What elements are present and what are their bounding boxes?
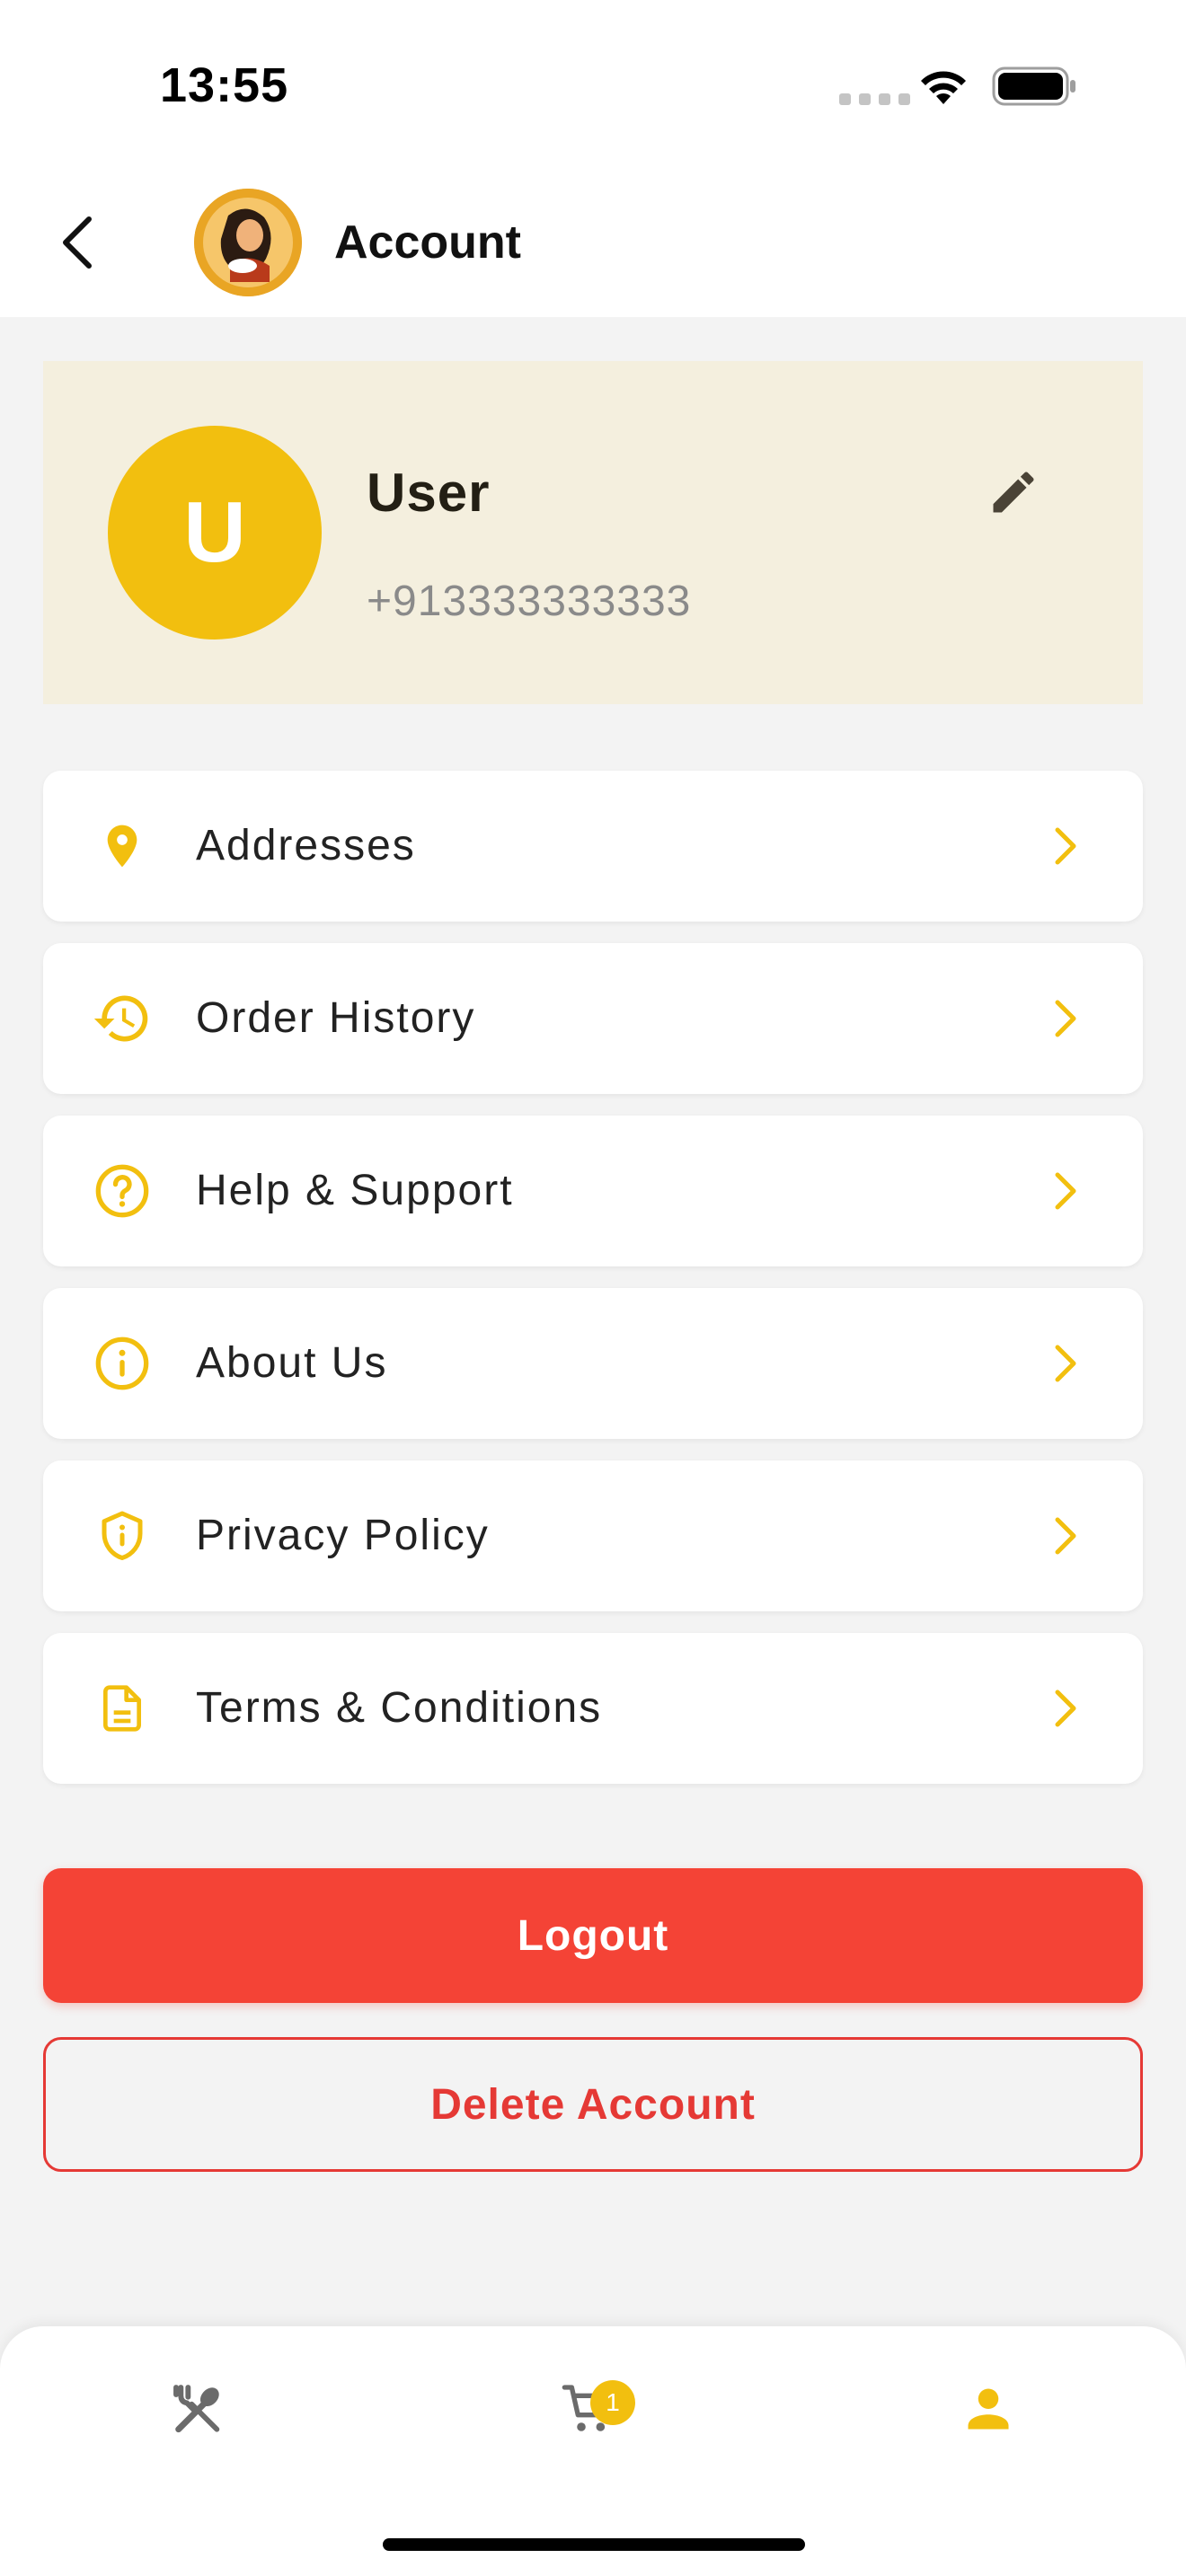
cellular-signal-icon	[839, 93, 910, 105]
chevron-left-icon	[63, 216, 92, 269]
nav-cart-tab[interactable]: 1	[544, 2364, 635, 2454]
avatar-letter: U	[183, 484, 246, 580]
chevron-right-icon	[1037, 990, 1094, 1047]
menu-item-help-support[interactable]: Help & Support	[43, 1116, 1143, 1266]
chevron-right-icon	[1037, 1162, 1094, 1220]
chevron-right-icon	[1037, 1335, 1094, 1392]
page-title: Account	[334, 216, 521, 269]
chevron-right-icon	[1037, 817, 1094, 875]
menu-item-label: Terms & Conditions	[196, 1684, 603, 1732]
user-phone: +913333333333	[367, 578, 692, 625]
pencil-icon	[993, 472, 1034, 513]
profile-card: U User +913333333333	[43, 361, 1143, 704]
info-circle-icon	[84, 1326, 160, 1401]
menu-item-order-history[interactable]: Order History	[43, 943, 1143, 1094]
nav-account-tab[interactable]	[943, 2364, 1033, 2454]
fork-spoon-icon	[173, 2385, 220, 2433]
menu-item-about-us[interactable]: About Us	[43, 1288, 1143, 1439]
user-name: User	[367, 463, 491, 523]
back-button[interactable]	[45, 207, 108, 278]
menu-item-addresses[interactable]: Addresses	[43, 771, 1143, 922]
account-screen: 13:55 Account U User +913333333333 Addre…	[0, 0, 1186, 2576]
document-icon	[84, 1671, 160, 1746]
battery-icon	[992, 66, 1078, 110]
delete-account-button[interactable]: Delete Account	[43, 2037, 1143, 2172]
menu-item-label: Addresses	[196, 822, 416, 869]
status-time: 13:55	[160, 58, 289, 112]
menu-item-label: Order History	[196, 994, 476, 1042]
menu-item-privacy-policy[interactable]: Privacy Policy	[43, 1460, 1143, 1611]
nav-menu-tab[interactable]	[153, 2364, 243, 2454]
brand-logo	[194, 189, 302, 296]
location-pin-icon	[84, 808, 160, 884]
chevron-right-icon	[1037, 1680, 1094, 1737]
edit-profile-button[interactable]	[978, 456, 1049, 528]
history-icon	[84, 981, 160, 1056]
status-bar: 13:55	[0, 0, 1186, 171]
wifi-icon	[916, 65, 970, 110]
menu-item-label: Privacy Policy	[196, 1512, 490, 1559]
menu-item-label: Help & Support	[196, 1167, 514, 1214]
shield-info-icon	[84, 1498, 160, 1574]
menu-item-terms-conditions[interactable]: Terms & Conditions	[43, 1633, 1143, 1784]
menu-item-label: About Us	[196, 1339, 388, 1387]
logout-button[interactable]: Logout	[43, 1868, 1143, 2003]
cart-count-badge: 1	[590, 2380, 635, 2425]
avatar: U	[108, 426, 322, 640]
app-header: Account	[0, 171, 1186, 317]
person-icon	[968, 2388, 1009, 2430]
home-indicator[interactable]	[383, 2538, 805, 2551]
help-circle-icon	[84, 1153, 160, 1229]
chevron-right-icon	[1037, 1507, 1094, 1565]
